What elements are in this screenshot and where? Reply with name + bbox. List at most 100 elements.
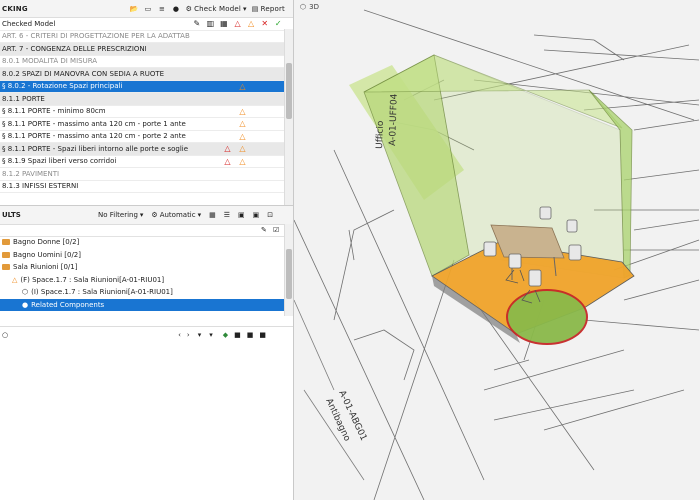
record-icon[interactable]: ● bbox=[172, 4, 181, 13]
rule-label: § 8.1.1 PORTE - massimo anta 120 cm - po… bbox=[2, 119, 186, 128]
empty-mark bbox=[190, 157, 205, 166]
left-panel: CKING 📂 ▭ ≡ ● ⚙ Check Model ▾ ▤ Report C… bbox=[0, 0, 294, 500]
viewer-3d[interactable]: ⬡ 3D Ufficio A-01-UFF04 Antibagno A-01-A… bbox=[294, 0, 700, 500]
moderate-warning-icon: △ bbox=[239, 106, 246, 116]
results-column-row: ✎ ☑ bbox=[0, 224, 285, 237]
rule-row[interactable]: ART. 6 - CRITERI DI PROGETTAZIONE PER LA… bbox=[0, 31, 293, 43]
result-row[interactable]: ⬡ (I) Space.1.7 : Sala Riunioni[A-01-RIU0… bbox=[0, 286, 293, 299]
folder-open-icon[interactable]: 📂 bbox=[130, 4, 139, 13]
check-model-button[interactable]: ⚙ Check Model ▾ bbox=[186, 5, 247, 13]
rule-marks: △ bbox=[190, 132, 285, 141]
rules-scrollbar[interactable] bbox=[284, 29, 293, 205]
empty-mark bbox=[190, 144, 205, 153]
calendar-icon[interactable]: ▦ bbox=[217, 19, 231, 28]
ufficio-label: Ufficio bbox=[375, 120, 386, 149]
list-icon[interactable]: ☰ bbox=[224, 211, 230, 219]
nav-right-icon[interactable]: › bbox=[187, 331, 190, 339]
rule-row[interactable]: § 8.1.1 PORTE - massimo anta 120 cm - po… bbox=[0, 118, 293, 131]
rejected-icon[interactable]: ✕ bbox=[258, 19, 272, 28]
results-header: ULTS No Filtering ▾ ⚙ Automatic ▾ ▦ ☰ ▣ ▣ ⊡ bbox=[0, 205, 293, 225]
empty-mark bbox=[220, 82, 235, 91]
lock-icon[interactable]: ■ bbox=[234, 331, 241, 339]
ufficio-id-label: A-01-UFF04 bbox=[388, 93, 400, 146]
result-label: (F) Space.1.7 : Sala Riunioni[A-01-RIU01… bbox=[20, 275, 165, 284]
camera-add-icon[interactable]: ▣ bbox=[253, 211, 260, 219]
attachment-icon[interactable]: ✎ bbox=[190, 19, 204, 28]
checking-toolbar: 📂 ▭ ≡ ● ⚙ Check Model ▾ ▤ Report bbox=[130, 4, 293, 13]
space-icon: ⬡ bbox=[22, 288, 29, 297]
empty-mark bbox=[205, 144, 220, 153]
moderate-warning-icon: △ bbox=[239, 156, 246, 166]
rule-row[interactable]: 8.1.1 PORTE bbox=[0, 93, 293, 106]
moderate-warning-icon: △ bbox=[239, 119, 246, 129]
critical-warning-icon[interactable]: △ bbox=[231, 19, 245, 28]
automatic-dropdown[interactable]: ⚙ Automatic ▾ bbox=[151, 211, 201, 219]
gear-icon: ⚙ bbox=[151, 211, 158, 219]
paperclip-icon[interactable]: ✎ bbox=[261, 226, 273, 234]
group-icon[interactable]: ◆ bbox=[223, 331, 228, 339]
critical-warning-icon: △ bbox=[224, 144, 231, 154]
room-labels: Ufficio A-01-UFF04 Antibagno A-01-ABG01 bbox=[323, 93, 400, 443]
turning-circle[interactable] bbox=[506, 289, 588, 345]
rules-scrollbar-thumb[interactable] bbox=[286, 63, 292, 119]
report-button[interactable]: ▤ Report bbox=[252, 5, 285, 13]
result-row[interactable]: Bagno Uomini [0/2] bbox=[0, 249, 293, 262]
moderate-warning-icon: △ bbox=[239, 131, 246, 141]
folder-icon bbox=[2, 251, 10, 258]
rulesets-tree: ART. 6 - CRITERI DI PROGETTAZIONE PER LA… bbox=[0, 31, 293, 193]
filter-dropdown[interactable]: No Filtering ▾ bbox=[98, 211, 143, 219]
small-circle-icon[interactable]: ○ bbox=[0, 331, 8, 339]
layers-icon[interactable]: ≡ bbox=[158, 4, 167, 13]
export-icon[interactable]: ⊡ bbox=[267, 211, 273, 219]
rule-label: § 8.0.2 - Rotazione Spazi principali bbox=[2, 82, 123, 91]
empty-mark bbox=[205, 107, 220, 116]
rule-label: 8.1.1 PORTE bbox=[2, 94, 45, 103]
chevron-down-icon[interactable]: ▾ bbox=[198, 331, 202, 339]
rule-row[interactable]: § 8.0.2 - Rotazione Spazi principali △ bbox=[0, 80, 293, 93]
result-row[interactable]: △ (F) Space.1.7 : Sala Riunioni[A-01-RIU0… bbox=[0, 274, 293, 287]
folder-icon bbox=[2, 239, 10, 246]
nav-left-icon[interactable]: ‹ bbox=[178, 331, 181, 339]
camera-icon[interactable]: ▣ bbox=[238, 211, 245, 219]
result-row[interactable]: Sala Riunioni [0/1] bbox=[0, 261, 293, 274]
save-icon[interactable]: ▭ bbox=[144, 4, 153, 13]
clipboard-icon[interactable]: ■ bbox=[247, 331, 254, 339]
result-row[interactable]: Bagno Donne [0/2] bbox=[0, 236, 293, 249]
rule-row[interactable]: 8.0.2 SPAZI DI MANOVRA CON SEDIA A RUOTE bbox=[0, 68, 293, 81]
empty-mark bbox=[205, 82, 220, 91]
rule-label: § 8.1.1 PORTE - minimo 80cm bbox=[2, 107, 106, 116]
info-icon: ● bbox=[22, 300, 29, 309]
rule-status-columns: ✎ ▥ ▦ △ △ ✕ ✓ bbox=[190, 19, 285, 28]
rule-row[interactable]: § 8.1.1 PORTE - Spazi liberi intorno all… bbox=[0, 143, 293, 156]
result-row[interactable]: ● Related Components bbox=[0, 298, 293, 311]
moderate-warning-icon[interactable]: △ bbox=[244, 19, 258, 28]
grid-icon[interactable]: ▦ bbox=[209, 211, 216, 219]
empty-mark bbox=[190, 132, 205, 141]
empty-mark bbox=[220, 119, 235, 128]
rule-row[interactable]: 8.1.3 INFISSI ESTERNI bbox=[0, 181, 293, 193]
chevron-down-icon: ▾ bbox=[243, 4, 247, 13]
rule-row[interactable]: 8.1.2 PAVIMENTI bbox=[0, 168, 293, 181]
document-icon[interactable]: ▥ bbox=[204, 19, 218, 28]
rule-row[interactable]: ART. 7 - CONGENZA DELLE PRESCRIZIONI bbox=[0, 43, 293, 56]
results-scrollbar[interactable] bbox=[284, 224, 293, 316]
rule-label: 8.1.2 PAVIMENTI bbox=[2, 169, 60, 178]
accepted-icon[interactable]: ✓ bbox=[271, 19, 285, 28]
up-arrow-icon[interactable]: ▾ bbox=[209, 331, 213, 339]
model-svg[interactable]: Ufficio A-01-UFF04 Antibagno A-01-ABG01 bbox=[294, 0, 700, 500]
rule-marks: △ bbox=[190, 119, 285, 128]
empty-mark bbox=[190, 107, 205, 116]
empty-mark bbox=[220, 132, 235, 141]
chevron-down-icon: ▾ bbox=[197, 211, 202, 219]
results-scrollbar-thumb[interactable] bbox=[286, 249, 292, 299]
moderate-warning-icon: △ bbox=[239, 144, 246, 154]
rule-row[interactable]: § 8.1.1 PORTE - massimo anta 120 cm - po… bbox=[0, 131, 293, 143]
result-label: Bagno Donne [0/2] bbox=[13, 238, 80, 247]
rule-row[interactable]: 8.0.1 MODALITÀ DI MISURA bbox=[0, 56, 293, 68]
folder-icon bbox=[2, 264, 10, 271]
moderate-warning-icon: △ bbox=[239, 81, 246, 91]
rule-row[interactable]: § 8.1.9 Spazi liberi verso corridoi △ △ bbox=[0, 156, 293, 168]
empty-mark bbox=[205, 157, 220, 166]
rule-row[interactable]: § 8.1.1 PORTE - minimo 80cm △ bbox=[0, 106, 293, 118]
box-icon[interactable]: ■ bbox=[259, 331, 266, 339]
